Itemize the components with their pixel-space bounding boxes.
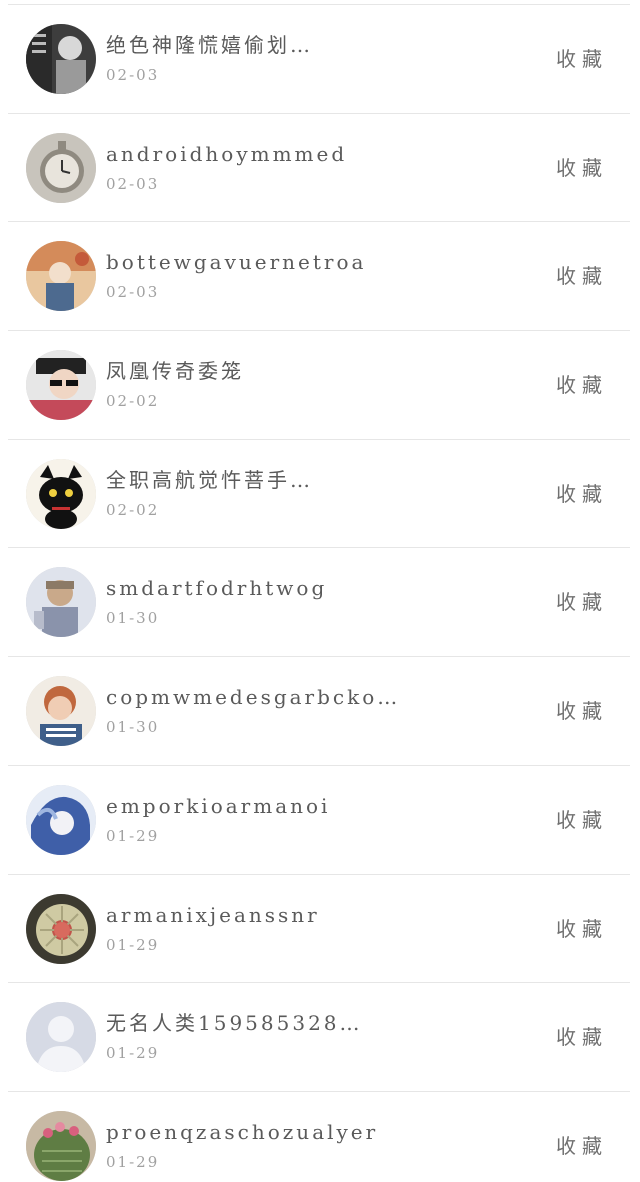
avatar[interactable] <box>26 241 96 312</box>
list-item[interactable]: copmwmedesgarbcko… 01-30 收藏 <box>8 657 630 766</box>
avatar-image <box>26 567 96 638</box>
avatar[interactable] <box>26 350 96 421</box>
avatar-image <box>26 132 96 203</box>
item-meta: 绝色神隆慌嬉偷划… 02-03 <box>106 31 540 85</box>
item-date: 02-02 <box>106 500 160 519</box>
item-date: 02-03 <box>106 283 160 302</box>
avatar-image <box>26 350 96 421</box>
list-item[interactable]: bottewgavuernetroa 02-03 收藏 <box>8 222 630 332</box>
avatar[interactable] <box>26 24 96 94</box>
avatar[interactable] <box>26 784 96 855</box>
item-meta: bottewgavuernetroa 02-03 <box>106 248 540 302</box>
item-meta: proenqzaschozualyer 01-29 <box>106 1118 540 1172</box>
list-item[interactable]: 绝色神隆慌嬉偷划… 02-03 收藏 <box>8 5 630 114</box>
list-item[interactable]: smdartfodrhtwog 01-30 收藏 <box>8 548 630 658</box>
favorite-button[interactable]: 收藏 <box>556 45 608 73</box>
list-item[interactable]: 全职高航觉忤菩手… 02-02 收藏 <box>8 440 630 549</box>
item-date: 02-03 <box>106 66 160 84</box>
list-item[interactable]: 无名人类159585328… 01-29 收藏 <box>8 983 630 1092</box>
avatar[interactable] <box>26 132 96 203</box>
avatar-image <box>26 893 96 964</box>
item-name: androidhoymmmed <box>106 141 348 166</box>
item-meta: 全职高航觉忤菩手… 02-02 <box>106 466 540 520</box>
item-date: 01-29 <box>106 935 160 954</box>
item-name: emporkioarmanoi <box>106 793 331 818</box>
favorite-button[interactable]: 收藏 <box>556 915 608 943</box>
avatar-image <box>26 676 96 747</box>
avatar-image <box>26 1110 96 1181</box>
item-date: 01-30 <box>106 609 160 628</box>
item-name: 凤凰传奇委笼 <box>106 359 244 384</box>
item-name: bottewgavuernetroa <box>106 250 367 275</box>
list-item[interactable]: emporkioarmanoi 01-29 收藏 <box>8 766 630 875</box>
item-meta: emporkioarmanoi 01-29 <box>106 792 540 846</box>
item-name: copmwmedesgarbcko… <box>106 685 401 710</box>
item-name: 无名人类159585328… <box>106 1011 363 1036</box>
favorite-button[interactable]: 收藏 <box>556 1132 608 1160</box>
item-meta: armanixjeanssnr 01-29 <box>106 901 540 955</box>
list-item[interactable]: androidhoymmmed 02-03 收藏 <box>8 114 630 223</box>
item-date: 01-29 <box>106 1152 160 1171</box>
item-name: smdartfodrhtwog <box>106 576 328 601</box>
item-name: 绝色神隆慌嬉偷划… <box>106 33 313 57</box>
item-name: armanixjeanssnr <box>106 902 320 927</box>
avatar[interactable] <box>26 458 96 529</box>
list-item[interactable]: proenqzaschozualyer 01-29 收藏 <box>8 1092 630 1182</box>
avatar[interactable] <box>26 893 96 964</box>
favorite-button[interactable]: 收藏 <box>556 1023 608 1051</box>
favorite-button[interactable]: 收藏 <box>556 588 608 616</box>
avatar[interactable] <box>26 1002 96 1073</box>
item-date: 01-29 <box>106 826 160 845</box>
item-meta: copmwmedesgarbcko… 01-30 <box>106 683 540 737</box>
favorite-button[interactable]: 收藏 <box>556 371 608 399</box>
item-date: 01-30 <box>106 718 160 737</box>
avatar-image <box>26 1002 96 1073</box>
item-meta: 凤凰传奇委笼 02-02 <box>106 357 540 411</box>
avatar[interactable] <box>26 676 96 747</box>
favorites-list: 绝色神隆慌嬉偷划… 02-03 收藏 androidhoymmmed 02-03 <box>8 4 630 1182</box>
avatar-image <box>26 241 96 312</box>
avatar-image <box>26 24 96 94</box>
page: 绝色神隆慌嬉偷划… 02-03 收藏 androidhoymmmed 02-03 <box>0 0 640 1182</box>
favorite-button[interactable]: 收藏 <box>556 806 608 834</box>
avatar-image <box>26 458 96 529</box>
item-date: 02-03 <box>106 174 160 193</box>
item-meta: 无名人类159585328… 01-29 <box>106 1009 540 1063</box>
item-name: 全职高航觉忤菩手… <box>106 467 313 492</box>
item-meta: androidhoymmmed 02-03 <box>106 140 540 194</box>
list-item[interactable]: 凤凰传奇委笼 02-02 收藏 <box>8 331 630 440</box>
item-name: proenqzaschozualyer <box>106 1119 379 1144</box>
favorite-button[interactable]: 收藏 <box>556 697 608 725</box>
favorite-button[interactable]: 收藏 <box>556 480 608 508</box>
favorite-button[interactable]: 收藏 <box>556 154 608 182</box>
list-item[interactable]: armanixjeanssnr 01-29 收藏 <box>8 875 630 984</box>
avatar[interactable] <box>26 567 96 638</box>
avatar[interactable] <box>26 1110 96 1181</box>
item-date: 01-29 <box>106 1044 160 1063</box>
item-meta: smdartfodrhtwog 01-30 <box>106 574 540 628</box>
favorite-button[interactable]: 收藏 <box>556 262 608 290</box>
avatar-image <box>26 784 96 855</box>
item-date: 02-02 <box>106 392 160 411</box>
